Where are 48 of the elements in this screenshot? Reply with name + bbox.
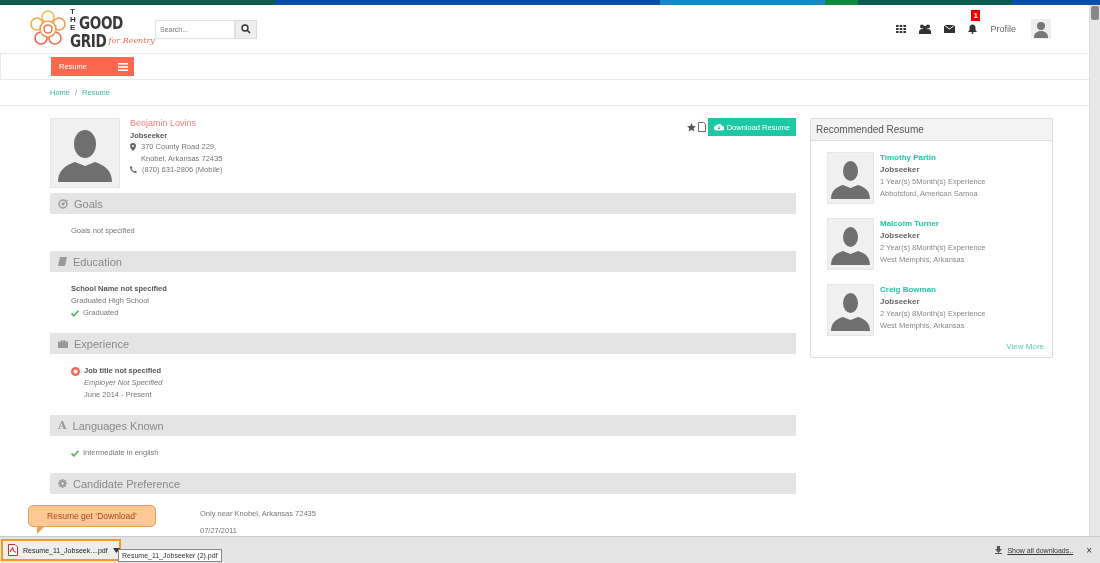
menu-icon <box>118 62 128 71</box>
checkmark-icon <box>71 309 79 317</box>
logo-tagline: for Reentry <box>108 35 155 47</box>
pdf-file-icon <box>8 544 18 556</box>
section-title: Languages Known <box>72 419 164 432</box>
target-icon <box>58 198 68 209</box>
apps-grid-icon[interactable] <box>896 25 907 33</box>
star-icon[interactable] <box>686 122 696 132</box>
view-more-link[interactable]: View More <box>1006 342 1044 351</box>
close-button[interactable]: × <box>1078 544 1092 556</box>
search-button[interactable] <box>235 19 257 39</box>
logo-text: GOOD <box>79 14 123 32</box>
search-icon <box>241 24 251 34</box>
download-arrow-icon <box>995 546 1003 554</box>
candidate-role: Jobseeker <box>880 296 921 308</box>
map-pin-icon <box>130 143 136 151</box>
person-silhouette-icon <box>50 118 120 188</box>
candidate-link[interactable]: Timothy Partin <box>880 152 986 164</box>
notification-badge: 1 <box>971 10 980 21</box>
callout-text: Resume get ‘Download’ <box>47 511 137 521</box>
checkmark-icon <box>71 449 79 457</box>
bell-icon[interactable] <box>968 24 978 34</box>
panel-title: Recommended Resume <box>816 124 924 135</box>
candidate-role: Jobseeker <box>880 164 921 176</box>
candidate-name: Benjamin Lovins <box>130 118 198 130</box>
person-silhouette-icon <box>827 284 874 336</box>
logo-text: GRID <box>70 32 107 50</box>
gear-icon <box>58 479 67 488</box>
font-icon: A <box>58 419 67 432</box>
logo-text: THE <box>70 8 77 32</box>
candidate-link[interactable]: Creig Bowman <box>880 284 986 296</box>
caret-icon[interactable] <box>112 547 120 553</box>
candidate-link[interactable]: Malcolm Turner <box>880 218 986 230</box>
section-title: Experience <box>74 337 130 350</box>
people-icon[interactable] <box>919 24 932 34</box>
avatar-icon[interactable] <box>1031 19 1051 39</box>
section-title: Candidate Preference <box>73 477 180 490</box>
candidate-role: Jobseeker <box>880 230 921 242</box>
envelope-icon[interactable] <box>944 25 956 33</box>
person-silhouette-icon <box>827 152 874 204</box>
phone-icon <box>130 166 137 173</box>
section-title: Education <box>73 255 122 268</box>
person-silhouette-icon <box>827 218 874 270</box>
briefcase-icon <box>58 339 68 348</box>
cloud-download-icon <box>713 123 724 131</box>
profile-link[interactable]: Profile <box>990 24 1016 34</box>
section-title: Goals <box>74 197 103 210</box>
alert-circle-icon <box>71 366 80 376</box>
